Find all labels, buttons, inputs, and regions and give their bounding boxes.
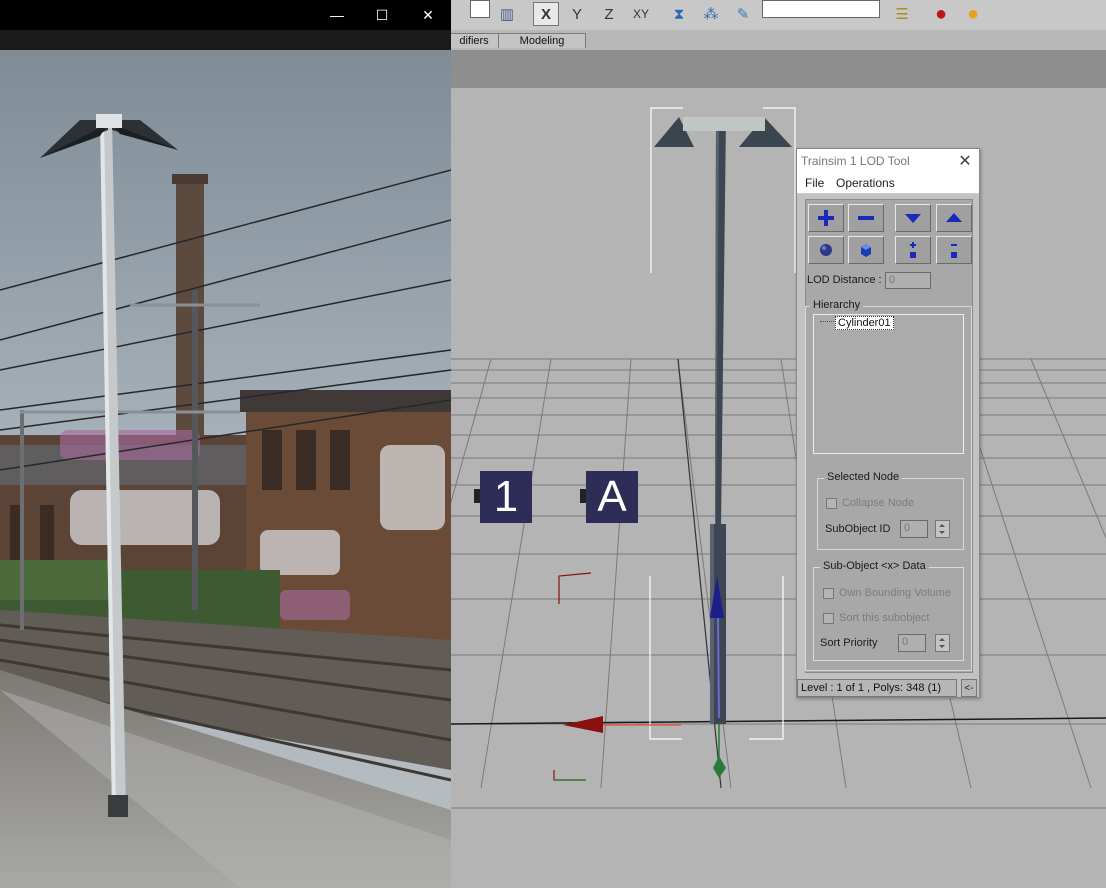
add-icon <box>818 210 834 226</box>
axis-xy-label: XY <box>632 7 649 21</box>
sort-priority-input[interactable]: 0 <box>898 634 926 652</box>
remove-icon <box>858 216 874 220</box>
axis-z-label: Z <box>604 5 614 23</box>
tab-modeling[interactable]: Modeling <box>498 33 586 48</box>
lod-title: Trainsim 1 LOD Tool <box>801 154 910 168</box>
minimize-icon: — <box>330 7 344 23</box>
object-selected-icon <box>861 244 871 257</box>
toolbar-dropdown-left[interactable] <box>470 0 490 18</box>
selected-node-title: Selected Node <box>824 471 903 483</box>
render-button[interactable]: ● <box>960 2 986 26</box>
subobject-id-input[interactable]: 0 <box>900 520 928 538</box>
tab-modifiers[interactable]: difiers <box>445 33 503 48</box>
axis-x-label: X <box>540 5 551 23</box>
add-button[interactable] <box>808 204 844 232</box>
tab-modifiers-label: difiers <box>459 35 489 47</box>
object-selected-button[interactable] <box>848 236 884 264</box>
collapse-node-checkbox[interactable] <box>826 498 837 509</box>
perspective-viewport[interactable]: 1 A <box>451 88 1106 888</box>
tab-modeling-label: Modeling <box>519 35 565 47</box>
lod-distance-label: LOD Distance : <box>807 274 882 286</box>
eraser-button[interactable]: ✎ <box>730 2 756 26</box>
lod-titlebar[interactable]: Trainsim 1 LOD Tool ✕ <box>797 149 979 173</box>
layer-icon: ☰ <box>895 6 909 23</box>
subobject-id-label: SubObject ID <box>825 523 891 535</box>
selection-set-dropdown[interactable] <box>762 0 880 18</box>
photo-titlebar: — ☐ ✕ <box>0 0 451 30</box>
layer-button[interactable]: ☰ <box>889 2 915 26</box>
maximize-button[interactable]: ☐ <box>359 0 405 30</box>
sort-subobject-label: Sort this subobject <box>839 612 930 624</box>
lod-status-bar: Level : 1 of 1 , Polys: 348 (1) <box>797 679 957 697</box>
reference-photo <box>0 50 451 888</box>
expand-icon <box>910 242 916 258</box>
tree-connector <box>820 321 834 322</box>
mirror-button[interactable]: ⧗ <box>666 2 692 26</box>
photo-viewer-window: — ☐ ✕ <box>0 0 451 888</box>
viewport-scene <box>451 107 1106 809</box>
sort-priority-spinner[interactable] <box>935 634 950 652</box>
axis-z-button[interactable]: Z <box>596 2 622 26</box>
collapse-node-label: Collapse Node <box>842 497 915 509</box>
lod-status-button[interactable]: <- <box>961 679 977 697</box>
move-up-button[interactable] <box>936 204 972 232</box>
lod-body: LOD Distance : 0 Hierarchy Cylinder01 Se… <box>805 199 973 673</box>
hierarchy-label: Hierarchy <box>810 299 864 311</box>
hierarchy-tree[interactable]: Cylinder01 <box>813 314 964 454</box>
vp-label-a-text: A <box>597 472 627 521</box>
lod-tool-dialog: Trainsim 1 LOD Tool ✕ File Operations LO… <box>796 148 980 698</box>
render-icon: ● <box>966 2 980 25</box>
lod-distance-input[interactable]: 0 <box>885 272 931 289</box>
tree-item-cylinder01[interactable]: Cylinder01 <box>835 316 894 330</box>
lod-menubar: File Operations <box>797 173 979 194</box>
remove-button[interactable] <box>848 204 884 232</box>
close-icon: ✕ <box>422 6 434 23</box>
vp-label-1-text: 1 <box>493 472 519 521</box>
subobject-id-spinner[interactable] <box>935 520 950 538</box>
filter-button[interactable]: ▥ <box>494 2 520 26</box>
material-editor-button[interactable]: ● <box>928 2 954 26</box>
axis-xy-button[interactable]: XY <box>628 2 654 26</box>
own-bounding-volume-checkbox[interactable] <box>823 588 834 599</box>
minimize-button[interactable]: — <box>314 0 360 30</box>
own-bounding-volume-label: Own Bounding Volume <box>839 587 951 599</box>
ribbon-body <box>451 50 1106 89</box>
material-editor-icon: ● <box>934 2 948 25</box>
close-button[interactable]: ✕ <box>405 0 451 30</box>
axis-y-label: Y <box>571 5 582 23</box>
object-icon <box>820 244 832 256</box>
axis-x-button[interactable]: X <box>533 2 559 26</box>
sort-subobject-checkbox[interactable] <box>823 613 834 624</box>
mirror-icon: ⧗ <box>673 5 685 23</box>
object-button[interactable] <box>808 236 844 264</box>
menu-file[interactable]: File <box>805 176 824 190</box>
filter-icon: ▥ <box>499 6 515 23</box>
eraser-icon: ✎ <box>736 6 750 23</box>
expand-button[interactable] <box>895 236 931 264</box>
move-down-button[interactable] <box>895 204 931 232</box>
ribbon-tabs: difiers Modeling <box>445 30 1106 50</box>
collapse-button[interactable] <box>936 236 972 264</box>
axis-y-button[interactable]: Y <box>564 2 590 26</box>
vp-label-a: A <box>580 471 638 523</box>
selected-node-group: Selected Node Collapse Node SubObject ID… <box>817 471 964 550</box>
sort-priority-label: Sort Priority <box>820 637 878 649</box>
lod-close-button[interactable]: ✕ <box>955 151 975 171</box>
vp-label-1: 1 <box>474 471 532 523</box>
move-down-icon <box>905 214 921 223</box>
maximize-icon: ☐ <box>375 6 389 23</box>
photo-strip <box>0 30 451 50</box>
subobject-data-group: Sub-Object <x> Data Own Bounding Volume … <box>813 560 964 661</box>
main-toolbar: ▥ X Y Z XY ⧗ ⁂ ✎ ☰ ● ● <box>451 0 1106 31</box>
subobject-data-title: Sub-Object <x> Data <box>820 560 929 572</box>
menu-operations[interactable]: Operations <box>836 176 895 190</box>
move-up-icon <box>946 213 962 222</box>
close-icon: ✕ <box>958 153 972 170</box>
collapse-icon <box>951 244 957 258</box>
array-button[interactable]: ⁂ <box>698 2 724 26</box>
array-icon: ⁂ <box>703 6 719 23</box>
